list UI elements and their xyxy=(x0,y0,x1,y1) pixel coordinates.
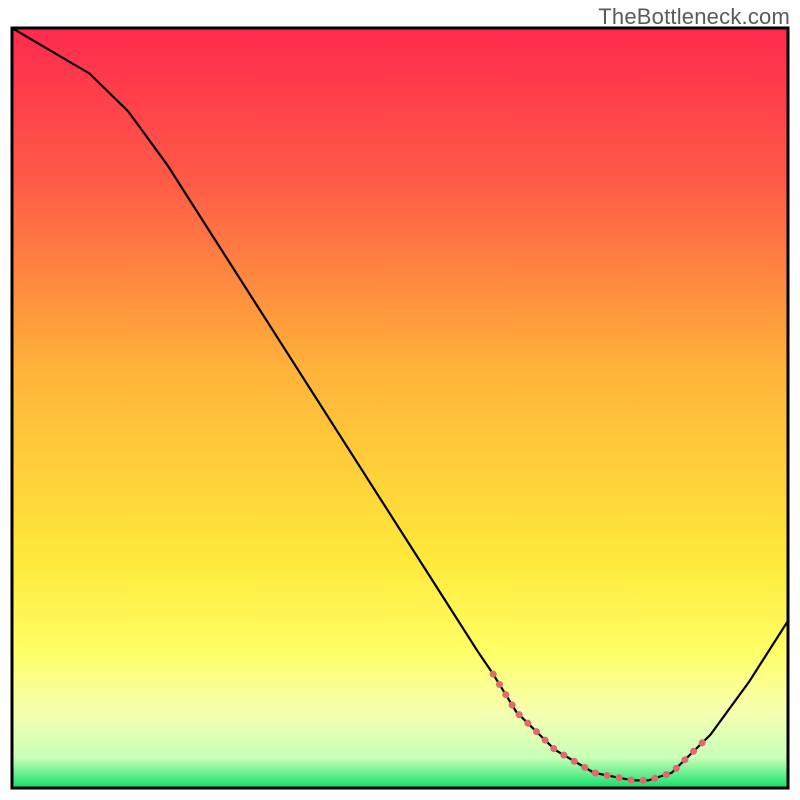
chart-svg xyxy=(0,0,800,800)
plot-background xyxy=(12,28,788,788)
chart-container: TheBottleneck.com xyxy=(0,0,800,800)
watermark-text: TheBottleneck.com xyxy=(598,4,790,30)
